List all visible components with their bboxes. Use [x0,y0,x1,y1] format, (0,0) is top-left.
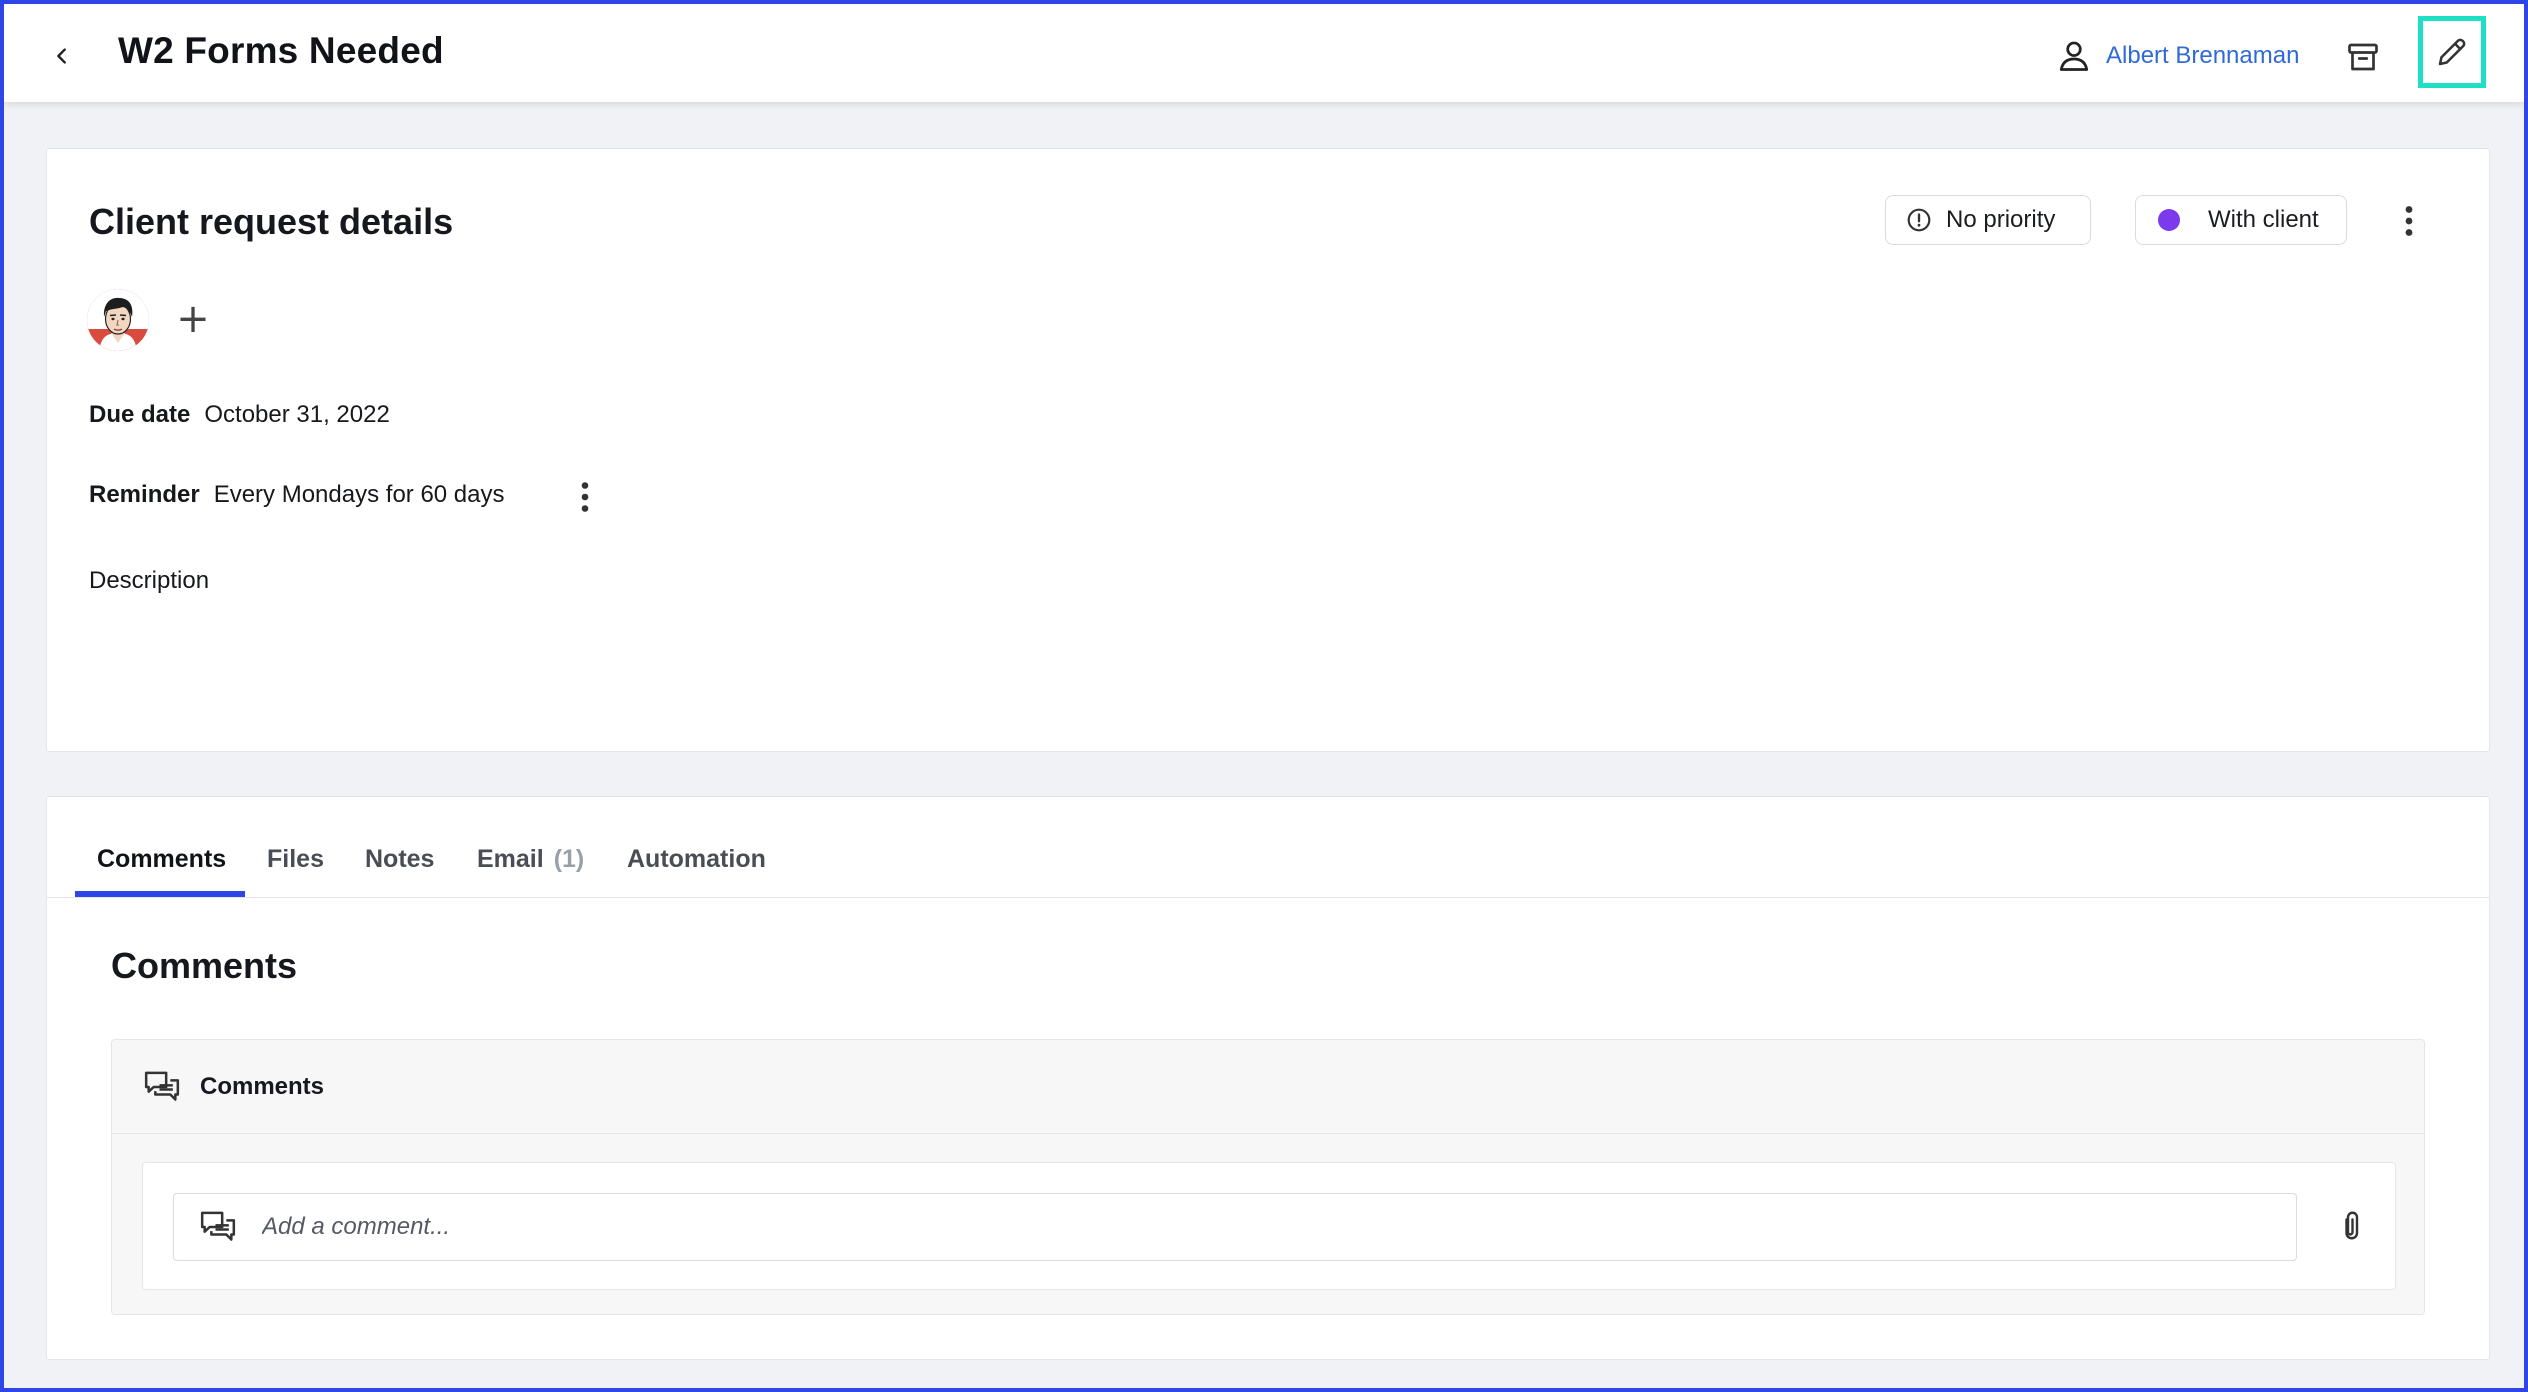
tab-files-label: Files [267,845,324,873]
tab-bar: Comments Files Notes Email (1) Automation [47,797,2489,898]
more-vertical-icon [2405,206,2413,236]
back-button[interactable] [40,34,84,78]
comment-input[interactable] [262,1213,2162,1241]
request-details-card: Client request details No priority With … [46,148,2490,752]
chevron-left-icon [57,48,66,64]
due-date-value[interactable]: October 31, 2022 [204,401,389,429]
tab-email-label: Email [477,845,544,873]
edit-button[interactable] [2418,16,2486,88]
comments-heading: Comments [111,945,298,986]
tab-email[interactable]: Email (1) [477,845,584,874]
reminder-label: Reminder [89,481,200,508]
reminder-value[interactable]: Every Mondays for 60 days [214,481,505,509]
due-date-row: Due date October 31, 2022 [89,401,390,429]
user-icon [2059,41,2089,71]
reminder-row: Reminder Every Mondays for 60 days [89,481,505,509]
archive-button[interactable] [2340,34,2386,80]
add-member-button[interactable]: + [173,296,213,342]
attach-file-button[interactable] [2329,1205,2373,1249]
priority-label: No priority [1946,206,2056,233]
tab-notes[interactable]: Notes [365,845,434,874]
comment-input-wrapper[interactable] [173,1193,2297,1261]
status-dot [2158,209,2180,231]
chat-bubbles-icon [144,1071,180,1101]
comments-panel: Comments [111,1039,2425,1315]
alert-circle-icon [1907,208,1931,232]
avatar-image [87,289,149,351]
priority-button[interactable]: No priority [1885,195,2091,245]
status-button[interactable]: With client [2135,195,2347,245]
tab-notes-label: Notes [365,845,435,873]
avatar[interactable] [87,289,149,351]
comments-panel-title: Comments [200,1072,325,1100]
tab-automation[interactable]: Automation [627,845,766,874]
assignee-link[interactable]: Albert Brennaman [2056,34,2299,78]
chat-bubbles-icon [200,1211,236,1241]
tab-files[interactable]: Files [267,845,324,874]
tab-email-count: (1) [553,845,585,873]
comment-composer [142,1162,2396,1290]
page-title: W2 Forms Needed [118,30,444,71]
comments-panel-header: Comments [112,1040,2424,1134]
pencil-icon [2438,38,2466,66]
reminder-options-button[interactable] [567,479,603,515]
due-date-label: Due date [89,401,191,428]
tab-comments[interactable]: Comments [97,845,226,874]
more-options-button[interactable] [2389,201,2429,241]
details-title: Client request details [89,201,454,242]
archive-icon [2348,43,2378,71]
top-bar: W2 Forms Needed Albert Brennaman [4,4,2524,102]
tab-comments-label: Comments [97,845,227,873]
tab-automation-label: Automation [627,845,766,873]
more-vertical-icon [581,482,589,512]
paperclip-icon [2345,1211,2359,1240]
assignee-name: Albert Brennaman [2106,42,2300,69]
description-label[interactable]: Description [89,567,209,595]
status-label: With client [2208,206,2319,233]
activity-card: Comments Files Notes Email (1) Automation… [46,796,2490,1360]
active-tab-indicator [75,891,245,897]
